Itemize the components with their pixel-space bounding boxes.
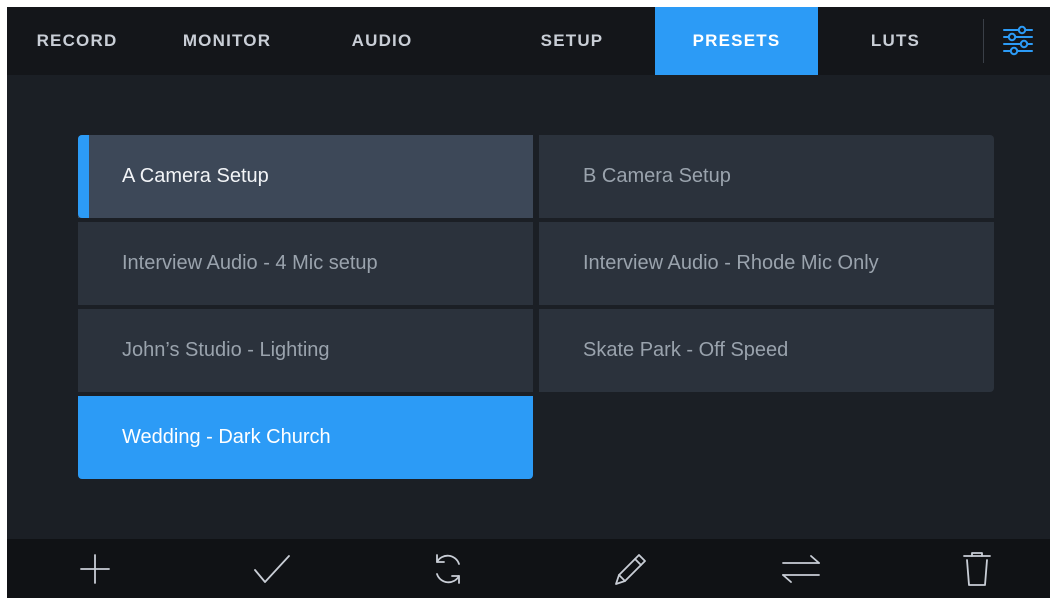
tab-setup[interactable]: SETUP — [492, 7, 652, 75]
sliders-icon — [1003, 25, 1033, 56]
checkmark-icon — [254, 554, 290, 583]
preset-label: A Camera Setup — [122, 165, 269, 187]
import-export-button[interactable] — [761, 539, 841, 598]
tab-bar: RECORD MONITOR AUDIO SETUP PRESETS LUTS — [7, 7, 1050, 75]
settings-button[interactable] — [1000, 23, 1036, 59]
tab-audio[interactable]: AUDIO — [307, 7, 457, 75]
tab-divider — [983, 19, 984, 63]
preset-johns-studio-lighting[interactable]: John’s Studio - Lighting — [78, 309, 533, 392]
preset-label: Wedding - Dark Church — [122, 426, 331, 448]
update-preset-button[interactable] — [408, 539, 488, 598]
tab-setup-label: SETUP — [540, 31, 604, 50]
loaded-indicator — [78, 135, 89, 218]
preset-label: Interview Audio - 4 Mic setup — [122, 252, 378, 274]
load-preset-button[interactable] — [232, 539, 312, 598]
preset-interview-audio-rhode[interactable]: Interview Audio - Rhode Mic Only — [539, 222, 994, 305]
tab-audio-label: AUDIO — [351, 31, 413, 50]
tab-luts[interactable]: LUTS — [818, 7, 973, 75]
delete-preset-button[interactable] — [937, 539, 1017, 598]
tab-luts-label: LUTS — [870, 31, 921, 50]
preset-label: Interview Audio - Rhode Mic Only — [583, 252, 879, 274]
preset-wedding-dark-church[interactable]: Wedding - Dark Church — [78, 396, 533, 479]
tab-monitor-label: MONITOR — [182, 31, 272, 50]
rename-preset-button[interactable] — [590, 539, 670, 598]
preset-label: B Camera Setup — [583, 165, 731, 187]
preset-label: John’s Studio - Lighting — [122, 339, 330, 361]
preset-b-camera-setup[interactable]: B Camera Setup — [539, 135, 994, 218]
tab-record-label: RECORD — [36, 31, 118, 50]
tab-presets[interactable]: PRESETS — [655, 7, 818, 75]
tab-presets-label: PRESETS — [692, 31, 781, 50]
swap-arrows-icon — [782, 554, 820, 583]
preset-label: Skate Park - Off Speed — [583, 339, 789, 361]
pencil-icon — [615, 553, 646, 585]
refresh-icon — [436, 553, 460, 584]
trash-icon — [963, 551, 991, 586]
preset-skate-park-off-speed[interactable]: Skate Park - Off Speed — [539, 309, 994, 392]
tab-monitor[interactable]: MONITOR — [147, 7, 307, 75]
add-preset-button[interactable] — [55, 539, 135, 598]
preset-a-camera-setup[interactable]: A Camera Setup — [78, 135, 533, 218]
plus-icon — [80, 553, 110, 584]
preset-interview-audio-4-mic[interactable]: Interview Audio - 4 Mic setup — [78, 222, 533, 305]
tab-record[interactable]: RECORD — [7, 7, 147, 75]
preset-toolbar — [7, 539, 1050, 598]
camera-screen: RECORD MONITOR AUDIO SETUP PRESETS LUTS — [7, 7, 1050, 598]
